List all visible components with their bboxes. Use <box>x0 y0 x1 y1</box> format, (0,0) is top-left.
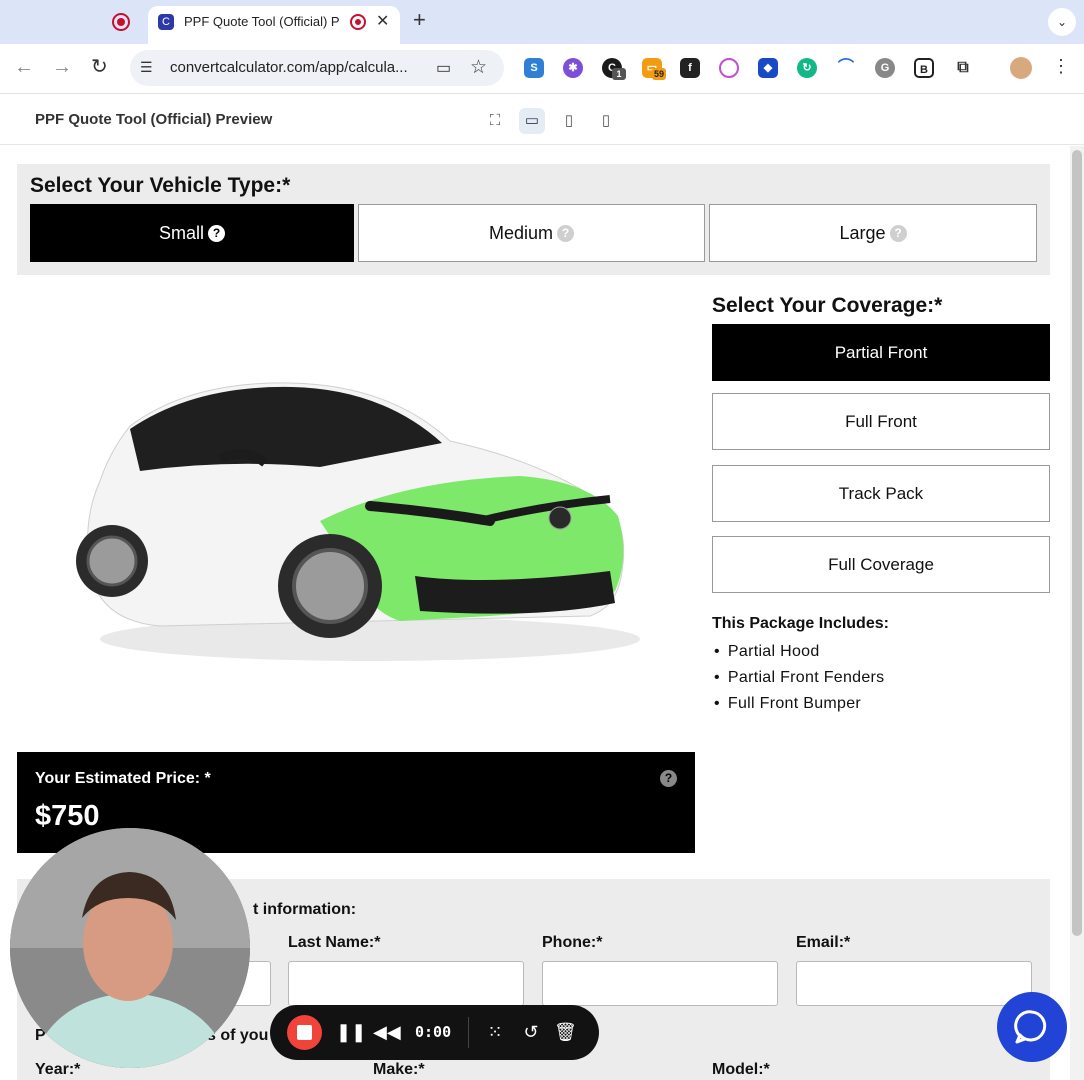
browser-tab-strip: C PPF Quote Tool (Official) P ✕ + ⌄ <box>0 0 1084 44</box>
screen-recorder-controls: ❚❚ ◀◀ 0:00 ⁙ ↺ 🗑 <box>270 1005 599 1060</box>
help-icon[interactable]: ? <box>557 225 575 242</box>
make-label: Make:* <box>373 1061 425 1078</box>
recording-indicator-icon <box>350 14 366 30</box>
list-item: Partial Front Fenders <box>714 665 885 691</box>
model-label: Model:* <box>712 1061 770 1078</box>
vehicle-option-medium[interactable]: Medium? <box>358 204 705 262</box>
webcam-person-image <box>10 828 250 1068</box>
reload-icon[interactable]: ↻ <box>91 57 108 77</box>
extension-shield-icon[interactable]: ◆ <box>758 58 778 78</box>
forward-icon[interactable]: → <box>52 57 72 77</box>
front-rim <box>292 548 368 624</box>
extension-g-icon[interactable]: G <box>875 58 895 78</box>
webcam-bubble[interactable] <box>10 828 250 1068</box>
vehicle-type-title: Select Your Vehicle Type:* <box>30 174 291 197</box>
vehicle-option-small[interactable]: Small? <box>30 204 354 262</box>
car-badge <box>548 506 572 530</box>
price-help-icon[interactable]: ? <box>660 770 677 787</box>
contact-section-title: t information: <box>253 901 357 918</box>
recording-timer: 0:00 <box>415 1023 452 1041</box>
email-label: Email:* <box>796 934 851 951</box>
trash-icon[interactable]: 🗑 <box>554 1021 577 1043</box>
vehicle-type-section: Select Your Vehicle Type:* Small? Medium… <box>17 164 1050 275</box>
extension-refresh-icon[interactable]: ↻ <box>797 58 817 78</box>
preview-title: PPF Quote Tool (Official) Preview <box>35 111 273 128</box>
vehicle-option-large[interactable]: Large? <box>709 204 1037 262</box>
fullscreen-icon[interactable]: ⛶ <box>482 108 508 134</box>
page-scrollbar[interactable] <box>1070 146 1084 1080</box>
extension-bh-icon[interactable]: B <box>914 58 934 78</box>
profile-avatar[interactable] <box>1010 57 1032 79</box>
tab-title: PPF Quote Tool (Official) P <box>184 14 340 29</box>
close-tab-icon[interactable]: ✕ <box>376 11 389 31</box>
phone-field[interactable] <box>542 961 778 1006</box>
scrollbar-thumb[interactable] <box>1072 150 1082 936</box>
package-includes-list: Partial Hood Partial Front Fenders Full … <box>714 639 885 717</box>
tablet-icon[interactable]: ▯ <box>556 108 582 134</box>
browser-menu-icon[interactable]: ⋮ <box>1052 56 1070 77</box>
address-bar[interactable]: ☰ convertcalculator.com/app/calcula... ▭… <box>130 50 504 86</box>
package-includes-title: This Package Includes: <box>712 615 889 632</box>
desktop-icon[interactable]: ▭ <box>519 108 545 134</box>
restart-icon[interactable]: ↺ <box>520 1021 542 1043</box>
chat-bubble-icon <box>1014 1010 1047 1044</box>
bookmark-star-icon[interactable]: ☆ <box>470 56 487 79</box>
coverage-option-track-pack[interactable]: Track Pack <box>712 465 1050 522</box>
rear-rim <box>86 535 138 587</box>
help-icon[interactable]: ? <box>208 225 225 242</box>
phone-label: Phone:* <box>542 934 603 951</box>
preview-header: PPF Quote Tool (Official) Preview ⛶ ▭ ▯ … <box>0 95 1084 145</box>
convertcalculator-favicon-icon: C <box>158 14 174 30</box>
chat-button[interactable] <box>997 992 1067 1062</box>
camera-icon[interactable]: ▭ <box>436 58 451 78</box>
new-tab-icon[interactable]: + <box>413 9 426 31</box>
grid-icon[interactable]: ⁙ <box>484 1021 506 1043</box>
active-tab[interactable]: C PPF Quote Tool (Official) P ✕ <box>148 6 400 44</box>
price-label: Your Estimated Price: * <box>35 770 211 787</box>
mobile-icon[interactable]: ▯ <box>593 108 619 134</box>
help-icon[interactable]: ? <box>889 225 907 242</box>
browser-toolbar: ← → ↻ ☰ convertcalculator.com/app/calcul… <box>0 44 1084 94</box>
site-settings-icon[interactable]: ☰ <box>140 59 153 76</box>
rewind-icon[interactable]: ◀◀ <box>373 1021 401 1043</box>
extension-c-icon[interactable]: C1 <box>602 58 626 80</box>
list-item: Partial Hood <box>714 639 885 665</box>
last-name-label: Last Name:* <box>288 934 381 951</box>
coverage-option-full-coverage[interactable]: Full Coverage <box>712 536 1050 593</box>
url-text[interactable]: convertcalculator.com/app/calcula... <box>170 59 430 76</box>
extension-flower-icon[interactable]: ✱ <box>563 58 583 78</box>
tab-search-chevron-icon[interactable]: ⌄ <box>1048 8 1076 36</box>
divider <box>468 1017 469 1048</box>
recording-tab-icon[interactable] <box>112 13 130 31</box>
extension-ring-icon[interactable] <box>719 58 739 78</box>
pause-icon[interactable]: ❚❚ <box>336 1021 366 1043</box>
coverage-title: Select Your Coverage:* <box>712 294 943 317</box>
coverage-option-partial-front[interactable]: Partial Front <box>712 324 1050 381</box>
extension-s-icon[interactable]: S <box>524 58 544 78</box>
extension-folder-icon[interactable]: ▭59 <box>642 58 667 80</box>
year-label: Year:* <box>35 1061 81 1078</box>
coverage-option-full-front[interactable]: Full Front <box>712 393 1050 450</box>
extension-arc-icon[interactable]: ⌒ <box>836 58 856 78</box>
list-item: Full Front Bumper <box>714 691 885 717</box>
back-icon[interactable]: ← <box>14 57 34 77</box>
price-value: $750 <box>35 800 100 832</box>
stop-recording-button[interactable] <box>287 1015 322 1050</box>
extensions-puzzle-icon[interactable]: ⧉ <box>953 58 973 78</box>
extension-fx-icon[interactable]: f <box>680 58 700 78</box>
last-name-field[interactable] <box>288 961 524 1006</box>
car-ppf-illustration <box>76 382 640 661</box>
